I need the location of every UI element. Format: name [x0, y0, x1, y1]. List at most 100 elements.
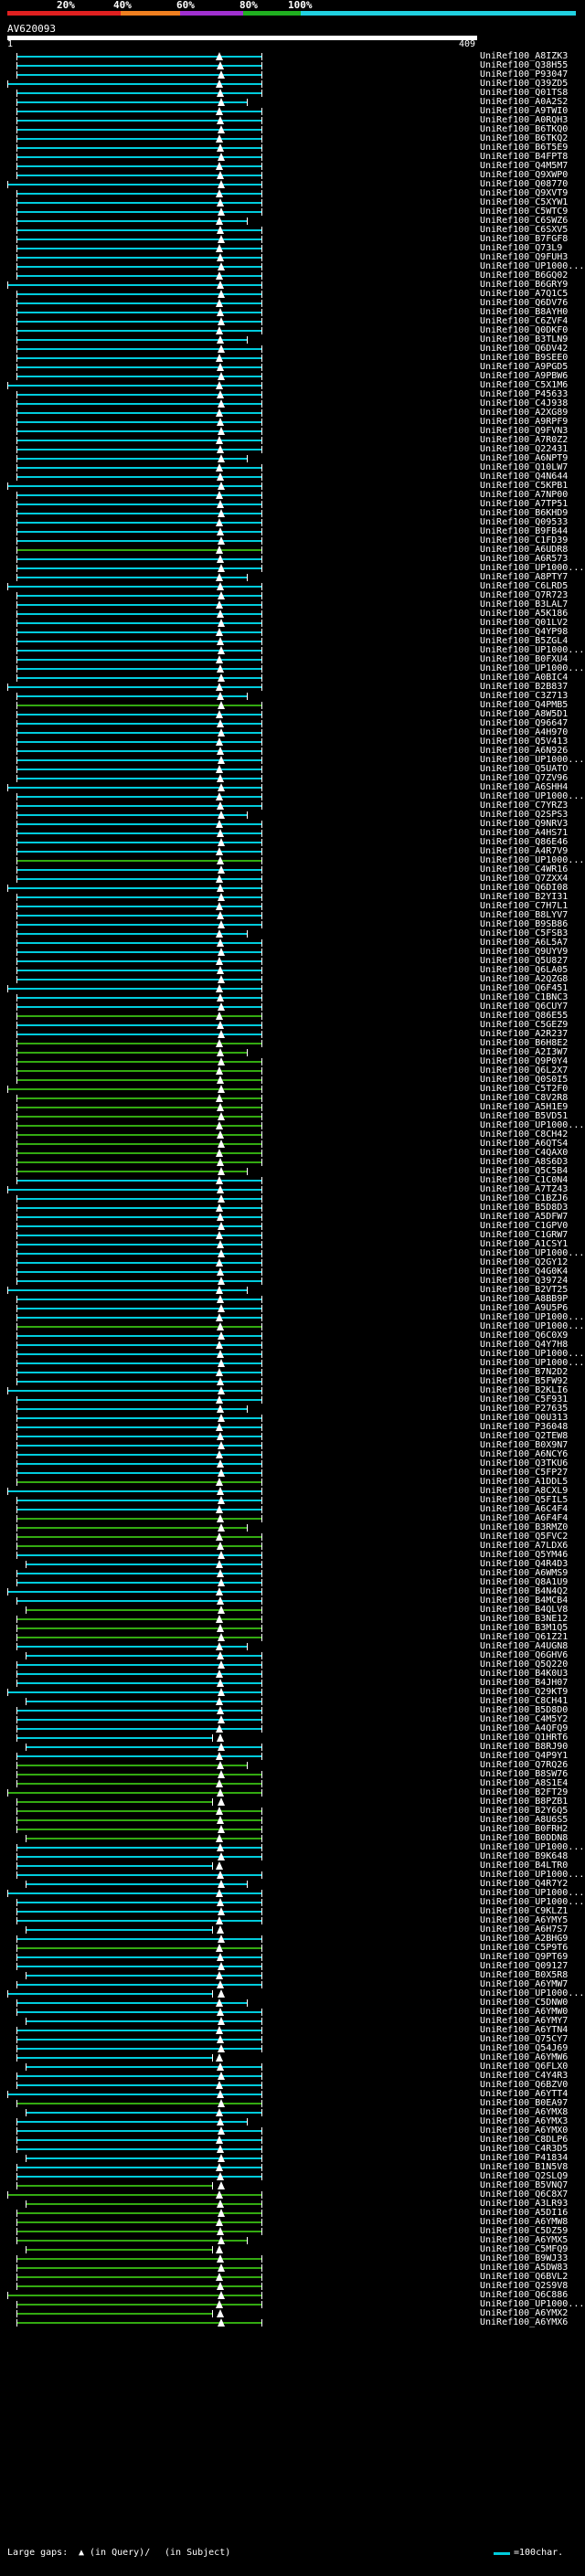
alignment-tick — [261, 1890, 262, 1897]
alignment-line — [16, 1381, 261, 1383]
alignment-tick — [16, 1040, 17, 1047]
alignment-tick — [261, 939, 262, 947]
alignment-line — [16, 1171, 247, 1172]
alignment-line — [16, 2084, 261, 2086]
alignment-line — [16, 2231, 261, 2232]
gap-marker-icon — [217, 2227, 224, 2235]
alignment-tick — [261, 2146, 262, 2153]
alignment-tick — [261, 1296, 262, 1303]
alignment-tick — [261, 373, 262, 380]
hit-label[interactable]: UniRef100_A6YMX6 — [480, 2317, 568, 2328]
alignment-tick — [16, 1917, 17, 1924]
alignment-tick — [261, 80, 262, 88]
alignment-line — [16, 111, 261, 112]
alignment-line — [16, 1765, 247, 1766]
alignment-tick — [261, 2100, 262, 2107]
hit-row[interactable]: UniRef100_A6YMX6 — [0, 2317, 585, 2328]
alignment-tick — [16, 1360, 17, 1367]
alignment-line — [16, 2276, 261, 2278]
alignment-line — [16, 120, 261, 122]
alignment-line — [16, 823, 261, 825]
alignment-line — [26, 1883, 247, 1885]
gap-marker-icon — [218, 2126, 225, 2135]
gap-marker-icon — [217, 2282, 224, 2290]
alignment-tick — [261, 309, 262, 316]
gap-marker-icon — [217, 2309, 224, 2317]
alignment-tick — [261, 528, 262, 535]
alignment-tick — [261, 565, 262, 572]
gap-marker-icon — [216, 1039, 223, 1047]
alignment-tick — [16, 1012, 17, 1020]
alignment-line — [26, 2020, 261, 2022]
alignment-tick — [16, 1999, 17, 2007]
alignment-tick — [261, 1780, 262, 1787]
gap-marker-icon — [217, 1980, 224, 1988]
alignment-tick — [16, 1159, 17, 1166]
alignment-tick — [261, 738, 262, 746]
alignment-tick — [261, 875, 262, 883]
gap-marker-icon — [216, 1916, 223, 1924]
alignment-tick — [16, 766, 17, 773]
alignment-tick — [261, 2301, 262, 2308]
alignment-tick — [16, 1305, 17, 1312]
alignment-line — [16, 1710, 261, 1712]
alignment-tick — [16, 574, 17, 581]
gap-marker-icon — [218, 427, 225, 435]
gap-marker-icon — [218, 2291, 225, 2299]
alignment-tick — [261, 1552, 262, 1559]
alignment-line — [16, 613, 261, 615]
alignment-tick — [16, 90, 17, 97]
alignment-tick — [261, 2228, 262, 2235]
gap-marker-icon — [217, 692, 224, 700]
alignment-tick — [16, 601, 17, 609]
gap-marker-icon — [216, 1834, 223, 1842]
alignment-tick — [16, 638, 17, 645]
scale-label-20: 20% — [57, 0, 75, 11]
gap-marker-icon — [216, 381, 223, 389]
alignment-tick — [261, 2127, 262, 2135]
alignment-tick — [261, 1086, 262, 1093]
alignment-line — [16, 339, 247, 341]
alignment-tick — [16, 1533, 17, 1541]
alignment-tick — [16, 1954, 17, 1961]
alignment-tick — [16, 1332, 17, 1340]
gap-marker-icon — [217, 2254, 224, 2263]
alignment-tick — [247, 1524, 248, 1532]
alignment-tick — [7, 684, 8, 691]
alignment-tick — [7, 583, 8, 590]
alignment-tick — [261, 1241, 262, 1248]
alignment-tick — [16, 1725, 17, 1733]
gap-marker-icon — [217, 774, 224, 782]
alignment-line — [16, 814, 247, 816]
alignment-tick — [261, 1835, 262, 1842]
alignment-tick — [261, 1223, 262, 1230]
gap-marker-icon — [218, 920, 225, 928]
alignment-tick — [26, 1606, 27, 1614]
alignment-line — [16, 2057, 212, 2059]
alignment-tick — [261, 958, 262, 965]
alignment-line — [26, 2112, 261, 2114]
gap-marker-icon — [217, 993, 224, 1002]
alignment-tick — [212, 1798, 213, 1806]
alignment-tick — [16, 464, 17, 472]
gap-marker-icon — [218, 125, 225, 133]
alignment-line — [16, 960, 261, 962]
alignment-tick — [16, 1862, 17, 1870]
alignment-tick — [16, 1058, 17, 1065]
alignment-tick — [212, 1734, 213, 1742]
alignment-tick — [261, 510, 262, 517]
alignment-line — [16, 1874, 261, 1876]
gap-marker-icon — [217, 1377, 224, 1385]
alignment-tick — [16, 199, 17, 207]
alignment-tick — [16, 1095, 17, 1102]
alignment-tick — [261, 976, 262, 983]
alignment-tick — [7, 2191, 8, 2199]
alignment-tick — [16, 1131, 17, 1139]
alignment-line — [16, 1097, 261, 1099]
alignment-tick — [261, 2036, 262, 2043]
alignment-tick — [16, 2237, 17, 2244]
alignment-tick — [261, 2136, 262, 2144]
gap-marker-icon — [218, 1414, 225, 1422]
alignment-tick — [16, 163, 17, 170]
gap-marker-icon — [218, 975, 225, 983]
